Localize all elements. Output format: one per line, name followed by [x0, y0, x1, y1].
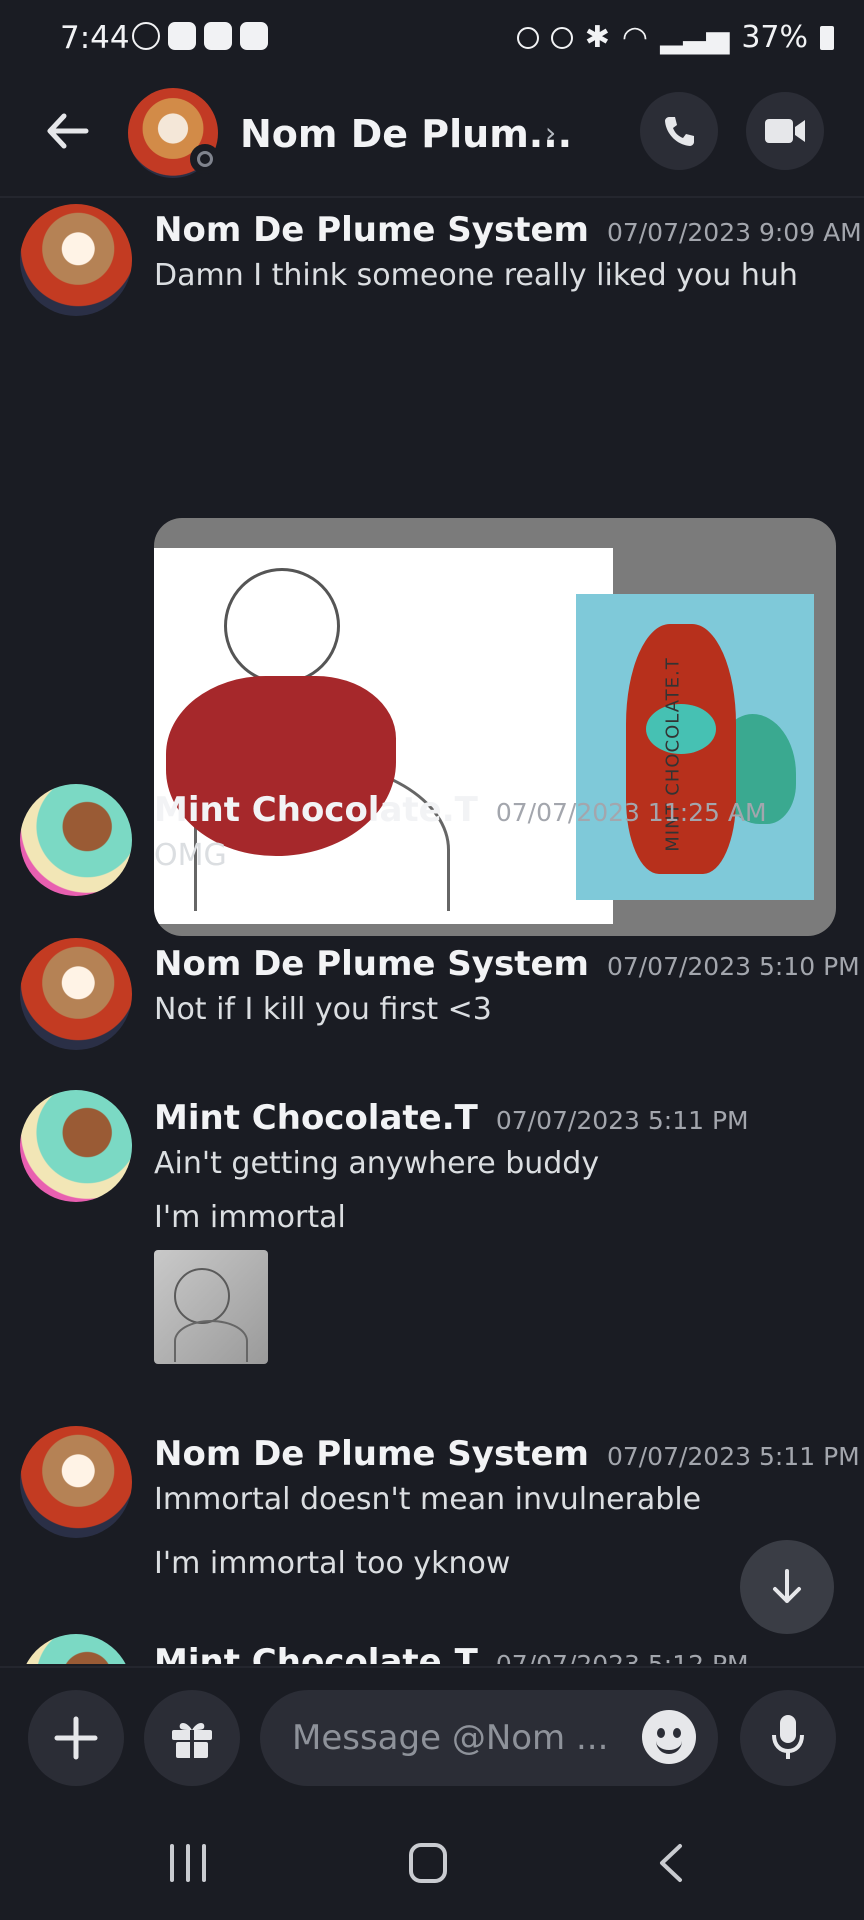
video-call-button[interactable] [746, 92, 824, 170]
signal-icon: ▂▃▅ [660, 20, 730, 55]
avatar[interactable] [20, 1634, 132, 1664]
avatar[interactable] [20, 784, 132, 896]
character-drawing: MINT CHOCOLATE.T [576, 594, 814, 900]
avatar[interactable] [20, 1426, 132, 1538]
video-camera-icon [765, 119, 805, 143]
gift-button[interactable] [144, 1690, 240, 1786]
author-line: Mint Chocolate.T 07/07/2023 5:12 PM [154, 1642, 749, 1664]
system-icons: ✱ ◠ ▂▃▅ 37% [516, 20, 834, 55]
image-attachment[interactable] [154, 1250, 268, 1364]
phone-icon [665, 117, 694, 146]
plus-icon [54, 1716, 98, 1760]
alarm-icon [516, 26, 539, 49]
message-list[interactable]: Nom De Plume System 07/07/2023 9:09 AM Da… [0, 198, 864, 1664]
message-input[interactable]: Message @Nom ... [260, 1690, 718, 1786]
chat-header: Nom De Plum... › [0, 80, 864, 198]
back-arrow-icon[interactable] [42, 106, 92, 156]
author-line: Mint Chocolate.T 07/07/2023 11:25 AM [154, 790, 767, 830]
author-line: Mint Chocolate.T 07/07/2023 5:11 PM [154, 1098, 749, 1138]
message-timestamp: 07/07/2023 5:11 PM [495, 1106, 749, 1135]
home-icon[interactable] [408, 1842, 448, 1884]
message-text: Ain't getting anywhere buddy [154, 1146, 600, 1181]
emoji-icon[interactable] [642, 1710, 696, 1764]
chevron-right-icon[interactable]: › [545, 116, 556, 149]
status-bar: 7:44 ✱ ◠ ▂▃▅ 37% [0, 0, 864, 80]
wifi-icon: ◠ [621, 20, 649, 55]
sketch-head [224, 568, 340, 684]
author-name[interactable]: Nom De Plume System [154, 210, 589, 250]
message-text: Not if I kill you first <3 [154, 992, 492, 1027]
message-composer: Message @Nom ... [0, 1666, 864, 1808]
avatar[interactable] [20, 938, 132, 1050]
youtube-icon [168, 22, 196, 50]
microphone-icon [772, 1715, 804, 1759]
author-name[interactable]: Mint Chocolate.T [154, 790, 478, 830]
voice-call-button[interactable] [640, 92, 718, 170]
message-text: Immortal doesn't mean invulnerable [154, 1482, 702, 1517]
author-name[interactable]: Mint Chocolate.T [154, 1098, 478, 1138]
gallery-icon [240, 22, 268, 50]
voice-message-button[interactable] [740, 1690, 836, 1786]
author-line: Nom De Plume System 07/07/2023 5:10 PM [154, 944, 860, 984]
message-timestamp: 07/07/2023 5:11 PM [606, 1442, 860, 1471]
message-timestamp: 07/07/2023 9:09 AM [606, 218, 862, 247]
bluetooth-icon: ✱ [584, 20, 610, 55]
author-name[interactable]: Nom De Plume System [154, 1434, 589, 1474]
system-nav-bar [0, 1806, 864, 1920]
message-text: I'm immortal [154, 1200, 346, 1235]
add-attachment-button[interactable] [28, 1690, 124, 1786]
author-line: Nom De Plume System 07/07/2023 9:09 AM [154, 210, 862, 250]
author-name[interactable]: Nom De Plume System [154, 944, 589, 984]
recent-apps-icon[interactable] [166, 1842, 210, 1884]
message-input-placeholder: Message @Nom ... [292, 1718, 609, 1758]
message-text: Damn I think someone really liked you hu… [154, 258, 798, 293]
chat-title[interactable]: Nom De Plum... [240, 112, 572, 156]
avatar[interactable] [20, 1090, 132, 1202]
avatar[interactable] [20, 204, 132, 316]
message-text: OMG [154, 838, 227, 873]
scroll-to-bottom-button[interactable] [740, 1540, 834, 1634]
youtube-icon-2 [204, 22, 232, 50]
author-name[interactable]: Mint Chocolate.T [154, 1642, 478, 1664]
dnd-icon [132, 22, 160, 50]
image-attachment[interactable]: MINT CHOCOLATE.T [154, 518, 836, 936]
battery-icon [820, 25, 834, 50]
message-text: I'm immortal too yknow [154, 1546, 511, 1581]
message-timestamp: 07/07/2023 5:10 PM [606, 952, 860, 981]
back-nav-icon[interactable] [656, 1842, 686, 1884]
offline-status-icon [190, 144, 220, 174]
message-timestamp: 07/07/2023 5:12 PM [496, 1650, 749, 1664]
battery-text: 37% [741, 20, 808, 55]
message-timestamp: 07/07/2023 11:25 AM [495, 798, 767, 827]
header-avatar[interactable] [128, 88, 220, 178]
notification-icons [132, 22, 268, 50]
author-line: Nom De Plume System 07/07/2023 5:11 PM [154, 1434, 860, 1474]
clock-icon [550, 26, 573, 49]
arrow-down-icon [773, 1569, 801, 1603]
status-time: 7:44 [60, 20, 130, 56]
gift-icon [172, 1723, 212, 1758]
